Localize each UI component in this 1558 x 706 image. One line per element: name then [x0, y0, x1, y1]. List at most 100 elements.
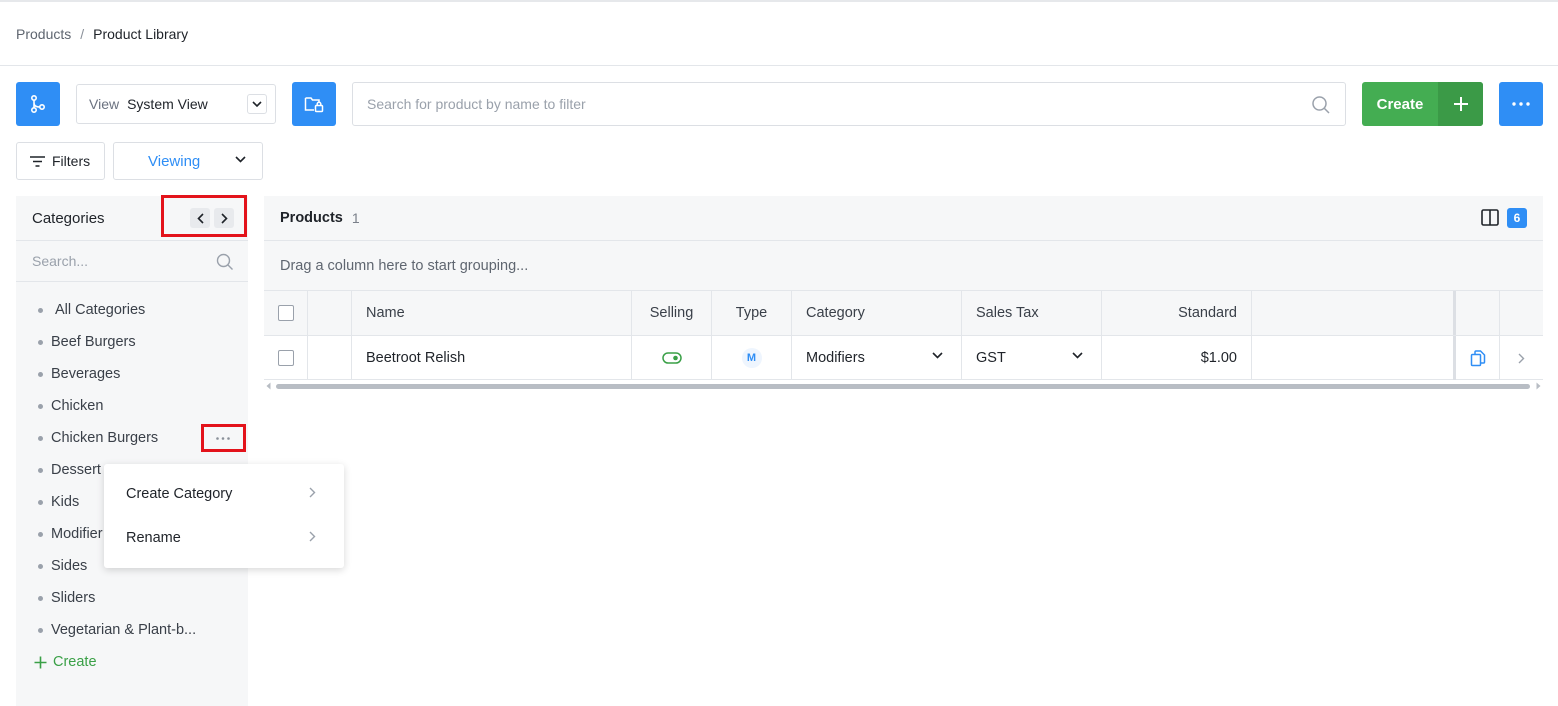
category-search-field[interactable]	[16, 240, 248, 282]
products-count: 1	[351, 210, 360, 226]
create-category-label: Create	[53, 654, 97, 670]
category-label: Vegetarian & Plant-b...	[51, 622, 197, 638]
category-label: Sliders	[51, 590, 96, 606]
view-select[interactable]: View System View	[76, 84, 276, 124]
menu-item-rename[interactable]: Rename	[104, 516, 344, 560]
group-hint: Drag a column here to start grouping...	[280, 257, 529, 274]
category-item-beef-burgers[interactable]: Beef Burgers	[16, 326, 248, 358]
breadcrumb-separator: /	[80, 26, 85, 42]
view-select-value: System View	[127, 96, 208, 112]
select-all-cell	[264, 291, 308, 335]
type-cell: M	[712, 336, 792, 380]
standard-price-cell[interactable]: $1.00	[1102, 336, 1252, 380]
filters-button[interactable]: Filters	[16, 142, 105, 180]
category-label: Chicken	[51, 398, 104, 414]
category-select-cell[interactable]: Modifiers	[792, 336, 962, 380]
column-header-standard[interactable]: Standard	[1102, 291, 1252, 335]
folder-lock-button[interactable]	[292, 82, 336, 126]
copy-cell	[1456, 336, 1500, 380]
category-label: Beef Burgers	[51, 334, 136, 350]
group-drop-zone[interactable]: Drag a column here to start grouping...	[264, 240, 1543, 290]
viewing-dropdown[interactable]: Viewing	[113, 142, 263, 180]
product-search-field[interactable]	[352, 82, 1346, 126]
workflow-button[interactable]	[16, 82, 60, 126]
chevron-down-icon	[932, 352, 943, 359]
scroll-left-icon[interactable]	[266, 382, 271, 390]
column-header-category[interactable]: Category	[792, 291, 962, 335]
branch-icon	[30, 94, 46, 114]
chevron-down-icon[interactable]	[247, 94, 267, 114]
category-context-menu: Create Category Rename	[104, 464, 344, 568]
column-header-label: Standard	[1178, 305, 1237, 321]
table-row[interactable]: Beetroot Relish M Modifiers GST $1.00	[264, 335, 1543, 380]
chevron-right-icon	[309, 487, 316, 498]
columns-icon[interactable]	[1481, 209, 1499, 226]
row-select-cell	[264, 336, 308, 380]
filler-cell	[1252, 336, 1453, 380]
highlight-box-category-nav	[161, 195, 247, 237]
bullet-icon	[38, 403, 43, 409]
column-header-selling[interactable]: Selling	[632, 291, 712, 335]
category-label: Dessert	[51, 462, 101, 478]
select-all-checkbox[interactable]	[277, 305, 294, 321]
highlight-box-more-button	[201, 424, 246, 452]
create-product-button[interactable]: Create	[1362, 82, 1483, 126]
menu-item-label: Rename	[126, 530, 181, 546]
bullet-icon	[38, 435, 43, 441]
create-button-label: Create	[1376, 95, 1424, 113]
search-icon	[216, 253, 233, 270]
selling-cell[interactable]	[632, 336, 712, 380]
bullet-icon	[38, 531, 43, 537]
search-icon	[1312, 96, 1330, 114]
column-header-label: Selling	[649, 305, 694, 321]
category-item-vegetarian[interactable]: Vegetarian & Plant-b...	[16, 614, 248, 646]
scrollbar-thumb[interactable]	[276, 384, 1530, 389]
column-header-sales-tax[interactable]: Sales Tax	[962, 291, 1102, 335]
viewing-label: Viewing	[148, 152, 201, 170]
expand-cell	[1500, 336, 1543, 380]
chevron-right-icon	[309, 531, 316, 542]
category-value: Modifiers	[806, 350, 865, 366]
column-header-filler	[1252, 291, 1453, 335]
category-label: Sides	[51, 558, 88, 574]
standard-price: $1.00	[1200, 350, 1237, 366]
breadcrumb: Products / Product Library	[16, 24, 188, 44]
products-title: Products	[280, 210, 343, 226]
header-divider	[0, 65, 1558, 66]
bullet-icon	[38, 595, 43, 601]
product-name-cell[interactable]: Beetroot Relish	[352, 336, 632, 380]
category-item-beverages[interactable]: Beverages	[16, 358, 248, 390]
category-label: Beverages	[51, 366, 121, 382]
category-label: Kids	[51, 494, 80, 510]
products-panel: Products 1 6 Drag a column here to start…	[264, 196, 1543, 391]
breadcrumb-products-link[interactable]: Products	[16, 26, 71, 42]
grid-header-row: Name Selling Type Category Sales Tax Sta…	[264, 290, 1543, 335]
column-header-label: Category	[806, 305, 865, 321]
category-item-sliders[interactable]: Sliders	[16, 582, 248, 614]
column-count-badge[interactable]: 6	[1507, 208, 1527, 228]
horizontal-scrollbar[interactable]	[264, 382, 1543, 390]
view-select-label: View	[89, 96, 120, 112]
categories-title: Categories	[32, 209, 105, 227]
sales-tax-select-cell[interactable]: GST	[962, 336, 1102, 380]
breadcrumb-current: Product Library	[93, 26, 189, 42]
toggle-on-icon[interactable]	[661, 352, 682, 364]
bullet-icon	[38, 563, 43, 569]
chevron-right-icon[interactable]	[1518, 353, 1525, 364]
column-header-type[interactable]: Type	[712, 291, 792, 335]
column-header-name[interactable]: Name	[352, 291, 632, 335]
scroll-right-icon[interactable]	[1536, 382, 1541, 390]
category-item-all-categories[interactable]: All Categories	[16, 294, 248, 326]
bullet-icon	[38, 339, 43, 345]
create-category-button[interactable]: Create	[34, 654, 97, 670]
menu-item-create-category[interactable]: Create Category	[104, 472, 344, 516]
bullet-icon	[38, 371, 43, 377]
more-options-button[interactable]	[1499, 82, 1543, 126]
row-checkbox[interactable]	[277, 350, 294, 366]
category-search-input[interactable]	[32, 253, 202, 269]
products-header: Products 1 6	[264, 196, 1543, 240]
filters-label: Filters	[52, 153, 91, 169]
product-search-input[interactable]	[367, 96, 1267, 112]
category-item-chicken[interactable]: Chicken	[16, 390, 248, 422]
copy-icon[interactable]	[1470, 349, 1486, 367]
